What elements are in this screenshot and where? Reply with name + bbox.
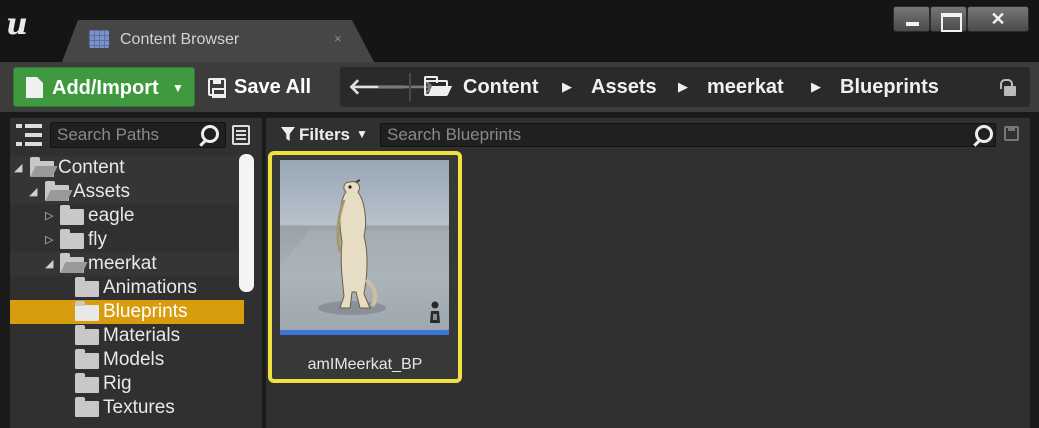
folder-icon	[75, 397, 99, 417]
tab-close-button[interactable]: ×	[334, 31, 342, 46]
chevron-down-icon: ▼	[172, 81, 184, 95]
folder-icon	[75, 301, 99, 321]
search-assets-box	[380, 123, 996, 147]
view-options-icon[interactable]	[232, 125, 250, 145]
tree-item-label: Animations	[103, 277, 197, 298]
close-window-button[interactable]	[967, 6, 1029, 32]
tree-item-materials[interactable]: Materials	[10, 324, 244, 348]
paths-panel: ◢ Content ◢ Assets ▷ eagle ▷ fly ◢ meerk…	[10, 118, 262, 428]
folder-icon	[75, 277, 99, 297]
search-icon[interactable]	[973, 125, 995, 147]
tab-label: Content Browser	[120, 31, 240, 48]
tree-item-label: Blueprints	[103, 301, 188, 322]
tree-item-label: Rig	[103, 373, 132, 394]
minimize-button[interactable]	[893, 6, 930, 32]
tree-item-label: meerkat	[88, 253, 157, 274]
new-document-icon	[26, 77, 43, 98]
window-controls	[893, 6, 1029, 32]
expanded-arrow-icon[interactable]: ◢	[29, 185, 37, 198]
tree-item-eagle[interactable]: ▷ eagle	[10, 204, 244, 228]
expanded-arrow-icon[interactable]: ◢	[14, 161, 22, 174]
tree-item-label: eagle	[88, 205, 135, 226]
funnel-icon	[281, 127, 295, 141]
tree-item-label: Materials	[103, 325, 181, 346]
maximize-button[interactable]	[930, 6, 967, 32]
tree-item-label: Content	[58, 157, 125, 178]
tree-item-fly[interactable]: ▷ fly	[10, 228, 244, 252]
asset-tile[interactable]: amIMeerkat_BP	[268, 151, 462, 383]
breadcrumb-meerkat[interactable]: meerkat	[707, 76, 784, 99]
folder-icon	[60, 205, 84, 225]
unreal-logo-icon: u	[6, 7, 28, 42]
search-icon[interactable]	[199, 125, 221, 147]
search-paths-input[interactable]	[57, 123, 197, 147]
folder-open-icon	[30, 157, 54, 177]
filters-label: Filters	[299, 125, 351, 144]
content-browser-icon	[89, 30, 109, 48]
tree-item-meerkat[interactable]: ◢ meerkat	[10, 252, 244, 276]
unlock-icon[interactable]	[1000, 79, 1016, 96]
breadcrumb-assets[interactable]: Assets	[591, 76, 657, 99]
tree-item-content[interactable]: ◢ Content	[10, 156, 244, 180]
tree-item-assets[interactable]: ◢ Assets	[10, 180, 244, 204]
breadcrumb-arrow-icon[interactable]: ▶	[562, 79, 572, 95]
folder-open-icon[interactable]	[424, 76, 448, 96]
folder-icon	[60, 229, 84, 249]
tree-item-models[interactable]: Models	[10, 348, 244, 372]
breadcrumb: 🡐 🡒 Content ▶ Assets ▶ meerkat ▶ Bluepri…	[340, 67, 1030, 107]
toolbar: Add/Import ▼ Save All 🡐 🡒 Content ▶ Asse…	[0, 62, 1039, 112]
filters-button[interactable]: Filters ▼	[278, 124, 372, 146]
tree-item-label: Models	[103, 349, 165, 370]
tree-scrollbar[interactable]	[239, 154, 254, 292]
collapsed-arrow-icon[interactable]: ▷	[45, 233, 53, 246]
tree-item-animations[interactable]: Animations	[10, 276, 244, 300]
breadcrumb-blueprints[interactable]: Blueprints	[840, 76, 939, 99]
tab-content-browser[interactable]: Content Browser ×	[62, 20, 374, 62]
tree-item-blueprints[interactable]: Blueprints	[10, 300, 244, 324]
tree-item-textures[interactable]: Textures	[10, 396, 244, 420]
breadcrumb-content[interactable]: Content	[463, 76, 539, 99]
search-assets-input[interactable]	[387, 124, 967, 146]
chevron-down-icon: ▼	[356, 127, 368, 141]
asset-type-bar	[280, 330, 449, 335]
actor-pawn-icon	[430, 301, 440, 323]
folder-icon	[75, 373, 99, 393]
expanded-arrow-icon[interactable]: ◢	[45, 257, 53, 270]
tree-item-label: Textures	[103, 397, 175, 418]
tree-item-rig[interactable]: Rig	[10, 372, 244, 396]
breadcrumb-arrow-icon[interactable]: ▶	[811, 79, 821, 95]
asset-panel: Filters ▼ amIMeerkat_BP	[266, 118, 1030, 428]
collapsed-arrow-icon[interactable]: ▷	[45, 209, 53, 222]
asset-thumbnail	[280, 160, 449, 330]
folder-open-icon	[45, 181, 69, 201]
save-all-button[interactable]: Save All	[200, 67, 328, 107]
floppy-disk-icon	[208, 78, 226, 98]
tree-item-label: Assets	[73, 181, 131, 202]
folder-icon	[75, 349, 99, 369]
add-import-button[interactable]: Add/Import ▼	[13, 67, 195, 107]
title-bar: u Content Browser ×	[0, 0, 1039, 62]
folder-icon	[75, 325, 99, 345]
tree-options-icon[interactable]	[16, 124, 42, 146]
save-search-icon[interactable]	[1004, 126, 1019, 141]
add-import-label: Add/Import	[52, 77, 159, 99]
folder-tree: ◢ Content ◢ Assets ▷ eagle ▷ fly ◢ meerk…	[10, 156, 244, 420]
folder-open-icon	[60, 253, 84, 273]
asset-name: amIMeerkat_BP	[307, 356, 423, 373]
tree-item-label: fly	[88, 229, 107, 250]
search-paths-box	[50, 122, 226, 148]
meerkat-thumbnail-image	[318, 179, 386, 315]
divider	[409, 73, 411, 101]
save-all-label: Save All	[234, 76, 312, 98]
breadcrumb-arrow-icon[interactable]: ▶	[678, 79, 688, 95]
